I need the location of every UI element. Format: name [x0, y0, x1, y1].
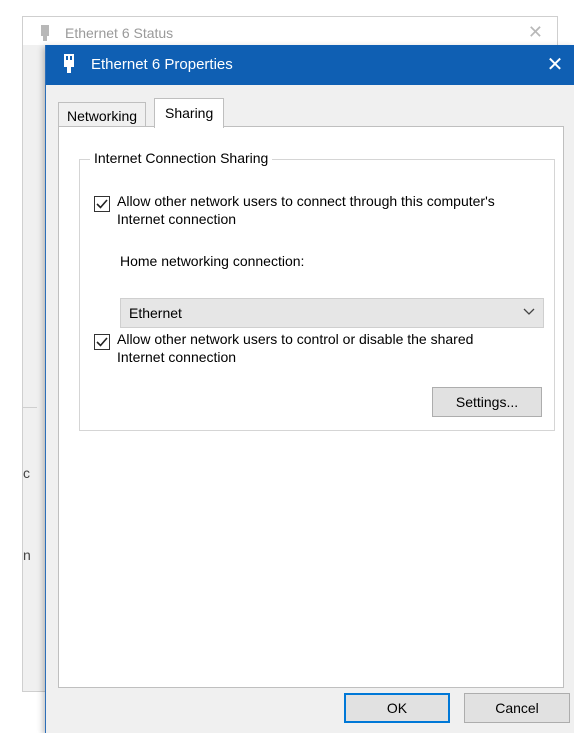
checkmark-icon	[96, 337, 108, 347]
background-close-icon[interactable]: ✕	[528, 22, 543, 43]
background-titlebar: Ethernet 6 Status ✕	[23, 17, 557, 45]
network-adapter-icon	[64, 54, 74, 73]
background-window-title: Ethernet 6 Status	[65, 25, 174, 41]
properties-dialog: Ethernet 6 Properties ✕ Networking Shari…	[45, 45, 574, 733]
background-divider	[23, 407, 37, 408]
ok-button[interactable]: OK	[344, 693, 450, 723]
internet-connection-sharing-group: Internet Connection Sharing Allow other …	[79, 150, 555, 431]
allow-control-checkbox[interactable]	[94, 334, 110, 350]
tab-networking[interactable]: Networking	[58, 102, 147, 129]
close-icon: ✕	[546, 54, 564, 76]
home-connection-value: Ethernet	[129, 305, 182, 321]
background-text-fragment: n	[23, 547, 31, 563]
settings-button[interactable]: Settings...	[432, 387, 542, 417]
home-connection-dropdown[interactable]: Ethernet	[120, 298, 544, 328]
dialog-titlebar[interactable]: Ethernet 6 Properties ✕	[46, 45, 574, 85]
allow-control-label[interactable]: Allow other network users to control or …	[117, 330, 497, 366]
allow-connect-label[interactable]: Allow other network users to connect thr…	[117, 192, 497, 228]
sharing-tab-page: Internet Connection Sharing Allow other …	[58, 126, 564, 688]
cancel-button[interactable]: Cancel	[464, 693, 570, 723]
background-text-fragment: c	[23, 465, 30, 481]
tab-sharing[interactable]: Sharing	[154, 98, 225, 128]
home-connection-label: Home networking connection:	[120, 253, 305, 269]
chevron-down-icon	[523, 308, 535, 315]
network-adapter-icon	[41, 25, 49, 41]
checkmark-icon	[96, 199, 108, 209]
allow-connect-checkbox[interactable]	[94, 196, 110, 212]
group-title: Internet Connection Sharing	[90, 150, 273, 166]
close-button[interactable]: ✕	[535, 45, 574, 85]
dialog-title: Ethernet 6 Properties	[91, 56, 233, 73]
